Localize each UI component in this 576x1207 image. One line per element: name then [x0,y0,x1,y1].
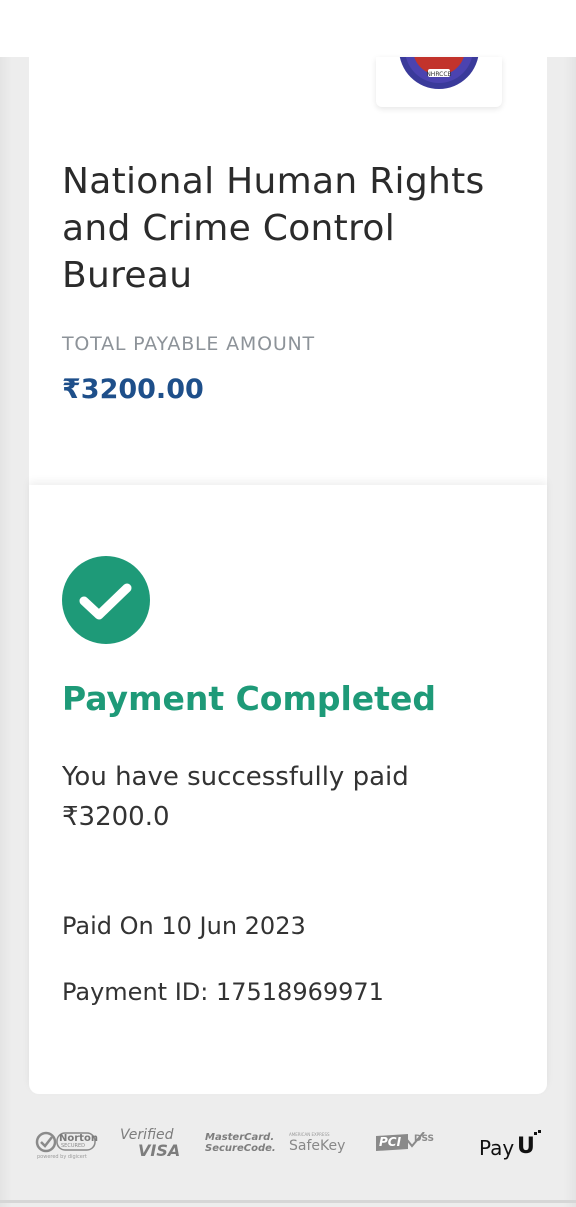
merchant-name: National Human Rights and Crime Control … [62,161,485,296]
merchant-logo: NHRCCB [376,57,502,107]
payment-id: Payment ID: 17518969971 [62,978,384,1006]
safekey-label: SafeKey [289,1138,346,1154]
security-badges: Norton SECURED powered by digicert Verif… [0,1123,576,1173]
payment-status-card: Payment Completed You have successfully … [29,485,547,1094]
bottom-divider [0,1200,576,1203]
success-check-icon [62,556,150,644]
norton-secured-badge: Norton SECURED powered by digicert [35,1129,99,1163]
payu-pay: Pay [479,1136,515,1160]
svg-text:NHRCCB: NHRCCB [426,71,451,78]
dss-label: DSS [414,1134,435,1144]
pci-dss-badge: PCI DSS [374,1131,440,1156]
amount-value: ₹3200.00 [62,374,204,405]
payu-logo: Pay U [479,1130,543,1160]
norton-sub: SECURED [61,1143,85,1149]
norton-caption: powered by digicert [37,1154,87,1160]
pci-label: PCI [379,1135,402,1149]
payu-dots-icon [534,1130,541,1135]
mastercard-top: MasterCard. [205,1132,275,1143]
merchant-card: NHRCCB National Human Rights and Crime C… [29,57,547,485]
safekey-top: AMERICAN EXPRESS [289,1132,330,1137]
mastercard-bottom: SecureCode. [205,1143,276,1154]
paid-on-date: Paid On 10 Jun 2023 [62,912,306,940]
payment-success-message: You have successfully paid ₹3200.0 [62,762,409,832]
payment-status-title: Payment Completed [62,679,436,718]
amex-safekey-badge: AMERICAN EXPRESS SafeKey [289,1132,359,1162]
verified-visa-bottom: VISA [138,1141,181,1160]
nhrccb-seal-icon: NHRCCB [399,57,479,89]
mastercard-securecode-badge: MasterCard. SecureCode. [205,1132,276,1162]
verified-visa-badge: Verified VISA [120,1127,186,1163]
amount-label: TOTAL PAYABLE AMOUNT [62,333,315,355]
